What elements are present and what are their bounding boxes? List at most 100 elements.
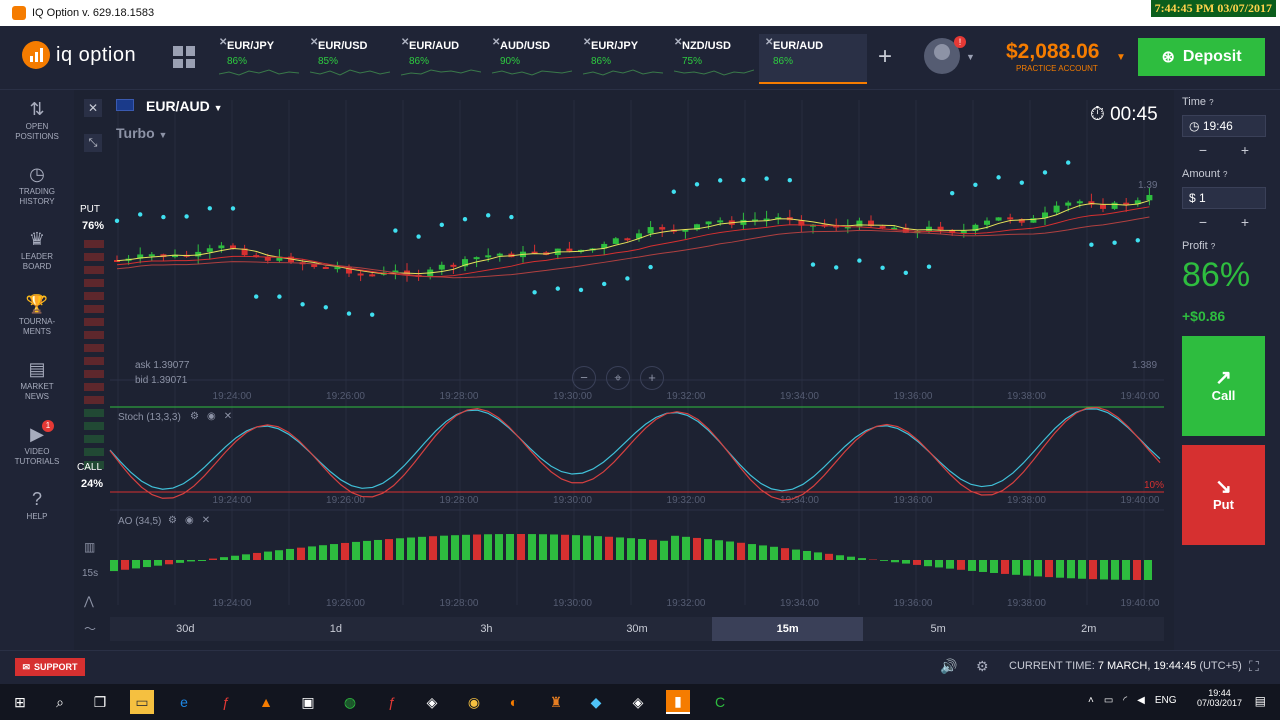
info-icon[interactable]: ? (1209, 98, 1213, 107)
flash-icon[interactable]: ƒ (214, 690, 238, 714)
info-icon[interactable]: ? (1211, 242, 1215, 251)
zoom-in-button[interactable]: + (640, 366, 664, 390)
gear-icon[interactable]: ⚙ (168, 515, 177, 526)
store-icon[interactable]: ▣ (296, 690, 320, 714)
time-plus-button[interactable]: + (1241, 142, 1249, 158)
ao-bar (165, 560, 173, 565)
eye-icon[interactable]: ◉ (207, 411, 216, 422)
sar-dot (648, 264, 653, 270)
zoom-out-button[interactable]: − (572, 366, 596, 390)
sidebar-item-trading-history[interactable]: ◷ TRADING HISTORY (0, 163, 74, 207)
candle-interval[interactable]: 15s (82, 568, 98, 579)
amount-input[interactable]: $ 1 (1182, 187, 1266, 209)
sar-dot (277, 294, 282, 299)
sound-icon[interactable]: 🔊 (940, 658, 957, 675)
sidebar-item-leader-board[interactable]: ♛ LEADER BOARD (0, 228, 74, 272)
chart-area[interactable]: 19:24:00 19:24:00 19:24:00 19:26:00 19:26:00… (74, 90, 1174, 650)
edge-icon[interactable]: e (172, 690, 196, 714)
time-input[interactable]: ◷ 19:46 (1182, 115, 1266, 137)
sidebar-item-tournaments[interactable]: 🏆 TOURNA- MENTS (0, 293, 74, 337)
wifi-icon[interactable]: ◜ (1123, 695, 1127, 706)
close-tab-icon[interactable]: ✕ (219, 37, 227, 48)
asset-tab[interactable]: ✕ EUR/JPY 86% (577, 34, 668, 84)
game-icon[interactable]: ♜ (544, 690, 568, 714)
asset-grid-icon[interactable] (173, 46, 195, 68)
tray-time: 19:44 (1208, 688, 1231, 698)
drawing-tools-icon[interactable]: ⋀ (84, 594, 94, 608)
sidebar-item-video-tutorials[interactable]: ▶ VIDEO TUTORIALS (0, 423, 74, 467)
chart-type-icon[interactable]: ▥ (84, 540, 95, 554)
info-icon[interactable]: ? (1223, 170, 1227, 179)
notifications-icon[interactable]: ▤ (1255, 694, 1266, 708)
asset-selector[interactable]: EUR/AUD ▼ (146, 98, 223, 114)
globe-icon[interactable]: ◍ (338, 690, 362, 714)
time-minus-button[interactable]: − (1199, 142, 1207, 158)
recenter-button[interactable]: ⌖ (606, 366, 630, 390)
period-2m[interactable]: 2m (1013, 617, 1164, 641)
asset-tab[interactable]: ✕ AUD/USD 90% (486, 34, 577, 84)
close-tab-icon[interactable]: ✕ (401, 37, 409, 48)
iq-option-logo[interactable]: iq option (22, 41, 136, 69)
period-3h[interactable]: 3h (411, 617, 562, 641)
asset-tab[interactable]: ✕ EUR/AUD 86% (395, 34, 486, 84)
amount-minus-button[interactable]: − (1199, 214, 1207, 230)
sidebar-item-open-positions[interactable]: ⇅ OPEN POSITIONS (0, 98, 74, 142)
close-tab-icon[interactable]: ✕ (583, 37, 591, 48)
chrome-icon[interactable]: ◉ (462, 690, 486, 714)
period-1d[interactable]: 1d (261, 617, 412, 641)
close-tab-icon[interactable]: ✕ (674, 37, 682, 48)
task-view-icon[interactable]: ❐ (88, 690, 112, 714)
fullscreen-icon[interactable]: ⛶ (1249, 658, 1259, 675)
deposit-button[interactable]: ⊛ Deposit (1138, 38, 1265, 76)
period-15m[interactable]: 15m (712, 617, 863, 641)
close-chart-icon[interactable]: ✕ (84, 99, 102, 117)
indicators-icon[interactable]: 〜 (84, 620, 96, 637)
option-type-selector[interactable]: Turbo ▼ (116, 125, 167, 141)
flash-player-icon[interactable]: ƒ (380, 690, 404, 714)
add-tab-button[interactable]: + (878, 43, 892, 71)
profile-dropdown-icon[interactable]: ▼ (966, 52, 975, 62)
period-30d[interactable]: 30d (110, 617, 261, 641)
balance-dropdown-icon[interactable]: ▼ (1116, 52, 1126, 63)
iqoption-taskbar-icon[interactable]: ▮ (666, 690, 690, 714)
asset-tab[interactable]: ✕ EUR/JPY 86% (213, 34, 304, 84)
close-tab-icon[interactable]: ✕ (765, 37, 773, 48)
period-5m[interactable]: 5m (863, 617, 1014, 641)
asset-tab[interactable]: ✕ NZD/USD 75% (668, 34, 759, 84)
volume-icon[interactable]: ◀ (1137, 695, 1145, 706)
gear-icon[interactable]: ⚙ (190, 411, 199, 422)
amount-plus-button[interactable]: + (1241, 214, 1249, 230)
asset-tab-active[interactable]: ✕ EUR/AUD 86% (759, 34, 867, 84)
camtasia-icon[interactable]: C (708, 690, 732, 714)
search-icon[interactable]: ⌕ (48, 690, 72, 714)
language-indicator[interactable]: ENG (1155, 695, 1177, 706)
network-icon[interactable]: ▭ (1104, 695, 1113, 706)
sidebar-label: TUTORIALS (14, 457, 60, 466)
collapse-icon[interactable]: ⤡ (84, 134, 102, 152)
news-icon: ▤ (28, 359, 46, 379)
asset-tab[interactable]: ✕ EUR/USD 85% (304, 34, 395, 84)
call-button[interactable]: ↗ Call (1182, 336, 1265, 436)
settings-gear-icon[interactable]: ⚙ (976, 658, 989, 675)
close-icon[interactable]: ✕ (224, 411, 232, 422)
tray-clock[interactable]: 19:44 07/03/2017 (1197, 688, 1242, 708)
file-explorer-icon[interactable]: ▭ (130, 690, 154, 714)
vlc-icon[interactable]: ▲ (254, 690, 278, 714)
firefox-icon[interactable]: ◐ (502, 690, 526, 714)
period-30m[interactable]: 30m (562, 617, 713, 641)
app-icon[interactable]: ◆ (584, 690, 608, 714)
app-icon[interactable]: ◈ (626, 690, 650, 714)
support-button[interactable]: ✉ SUPPORT (15, 658, 85, 676)
chevron-up-icon[interactable]: ˄ (1088, 695, 1094, 706)
close-tab-icon[interactable]: ✕ (310, 37, 318, 48)
close-icon[interactable]: ✕ (202, 515, 210, 526)
sidebar-item-market-news[interactable]: ▤ MARKET NEWS (0, 358, 74, 402)
windows-start-icon[interactable]: ⊞ (8, 690, 32, 714)
app-icon[interactable]: ◈ (420, 690, 444, 714)
balance[interactable]: $2,088.06 PRACTICE ACCOUNT (1006, 40, 1099, 73)
eye-icon[interactable]: ◉ (185, 515, 194, 526)
candle-body (624, 238, 631, 241)
put-button[interactable]: ↘ Put (1182, 445, 1265, 545)
sidebar-item-help[interactable]: ? HELP (0, 488, 74, 522)
close-tab-icon[interactable]: ✕ (492, 37, 500, 48)
